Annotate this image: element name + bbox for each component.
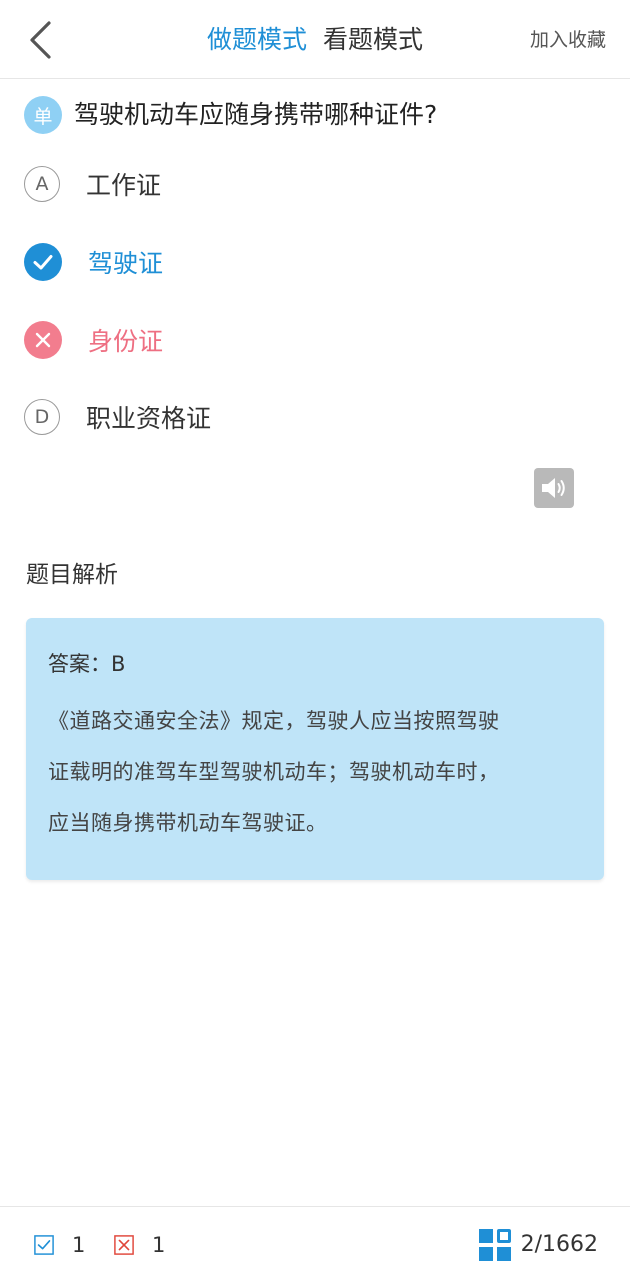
option-b[interactable]: 驾驶证	[24, 237, 610, 287]
wrong-checkbox-icon	[114, 1235, 134, 1255]
read-aloud-button[interactable]	[534, 468, 574, 508]
exam-page: 做题模式 看题模式 加入收藏 单 驾驶机动车应随身携带哪种证件? A 工作证 驾…	[0, 0, 630, 1280]
progress-text: 2/1662	[520, 1232, 598, 1257]
wrong-stat[interactable]: 1	[114, 1233, 165, 1257]
correct-checkbox-icon	[34, 1235, 54, 1255]
option-text: 驾驶证	[88, 249, 164, 278]
explanation-line: 证载明的准驾车型驾驶机动车；驾驶机动车时，	[48, 760, 500, 784]
explanation-line: 《道路交通安全法》规定，驾驶人应当按照驾驶	[48, 709, 500, 733]
check-icon	[24, 243, 62, 281]
option-letter-a: A	[24, 166, 60, 202]
explanation-line: 应当随身携带机动车驾驶证。	[48, 811, 328, 835]
speaker-icon	[542, 478, 565, 498]
option-d[interactable]: D 职业资格证	[24, 392, 610, 442]
correct-stat[interactable]: 1	[34, 1233, 85, 1257]
answer-text: 答案：B	[48, 652, 126, 676]
analysis-card: 答案：B 《道路交通安全法》规定，驾驶人应当按照驾驶 证载明的准驾车型驾驶机动车…	[26, 618, 604, 880]
grid-icon	[478, 1229, 511, 1261]
option-c[interactable]: 身份证	[24, 315, 610, 365]
question-text: 驾驶机动车应随身携带哪种证件?	[74, 100, 438, 129]
cross-icon	[24, 321, 62, 359]
analysis-title: 题目解析	[26, 562, 118, 588]
option-text: 职业资格证	[86, 404, 212, 433]
add-favorite-button[interactable]: 加入收藏	[530, 26, 606, 54]
tab-practice-mode[interactable]: 做题模式	[207, 22, 307, 58]
top-bar: 做题模式 看题模式 加入收藏	[0, 0, 630, 79]
question-type-badge: 单	[24, 96, 62, 134]
option-text: 工作证	[86, 171, 162, 200]
option-letter-d: D	[24, 399, 60, 435]
question-index-button[interactable]: 2/1662	[478, 1229, 598, 1261]
tab-browse-mode[interactable]: 看题模式	[323, 22, 423, 58]
option-text: 身份证	[88, 327, 164, 356]
correct-count: 1	[72, 1233, 86, 1257]
bottom-bar: 1 1 2/1662	[0, 1206, 630, 1280]
option-a[interactable]: A 工作证	[24, 159, 610, 209]
question: 单 驾驶机动车应随身携带哪种证件?	[24, 96, 610, 134]
wrong-count: 1	[152, 1233, 166, 1257]
